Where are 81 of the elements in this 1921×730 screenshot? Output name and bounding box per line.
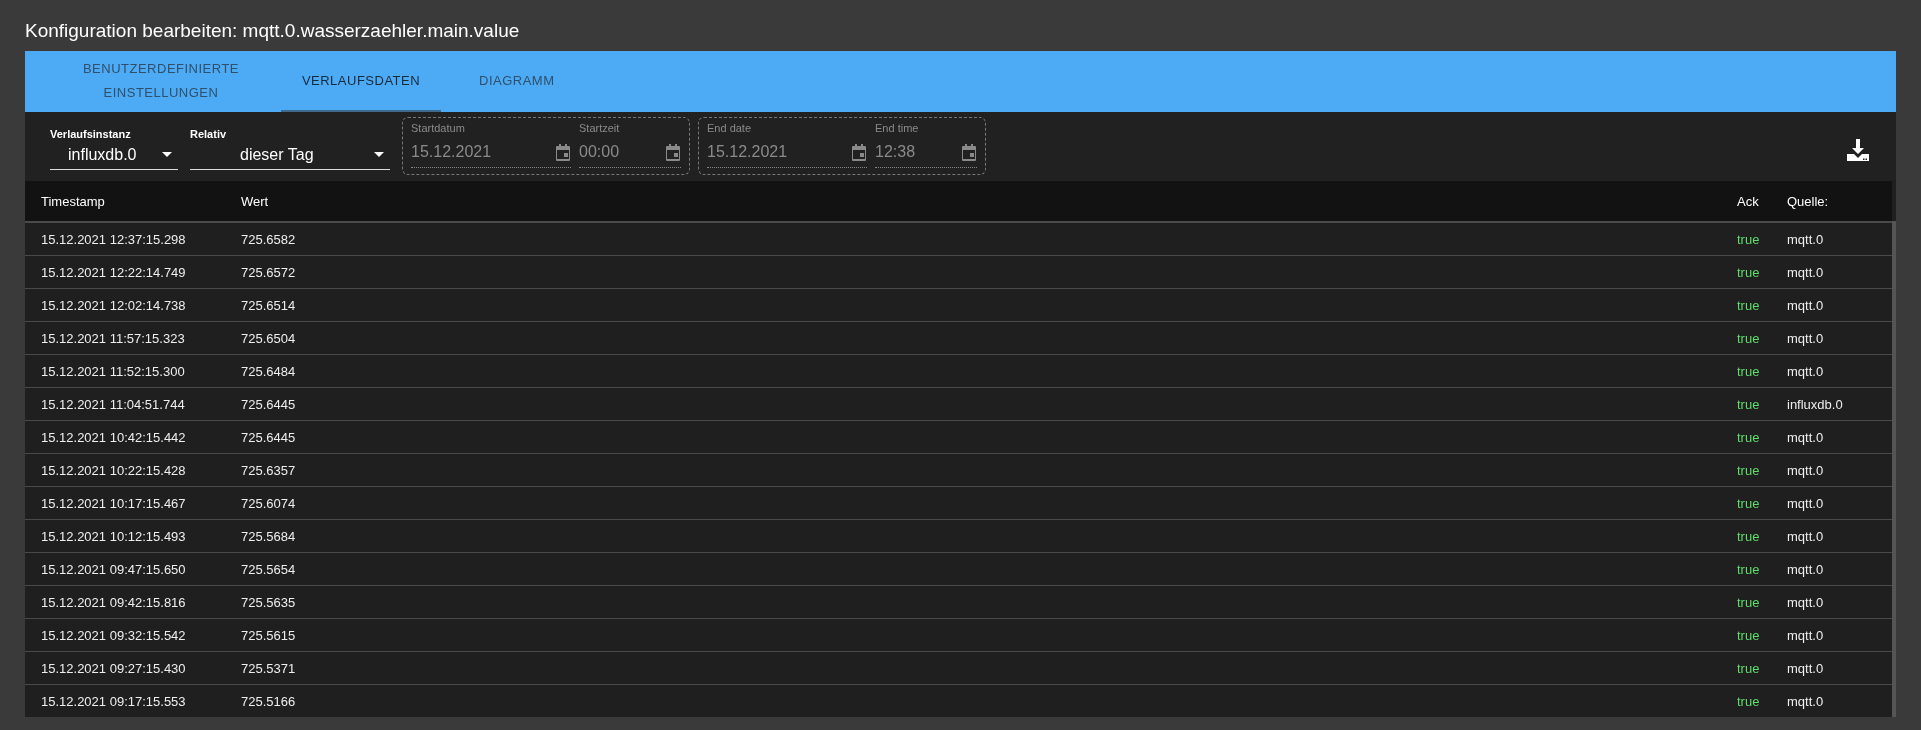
calendar-icon [961, 142, 977, 161]
column-header: Wert [241, 193, 270, 209]
tab[interactable]: DIAGRAMM [441, 51, 595, 112]
table-cell-text: mqtt.0 [1787, 462, 1825, 478]
table-cell-text: 15.12.2021 11:57:15.323 [41, 330, 186, 346]
table-cell-text: mqtt.0 [1787, 330, 1825, 346]
table-cell-text: 725.6514 [241, 297, 297, 313]
table-cell-text: 15.12.2021 09:27:15.430 [41, 660, 187, 676]
table-cell-text: mqtt.0 [1787, 363, 1825, 379]
table-cell-text: 725.5684 [241, 528, 297, 544]
table-cell-text: 15.12.2021 11:04:51.744 [41, 396, 186, 412]
table-cell-text: true [1737, 396, 1761, 412]
calendar-icon [555, 142, 571, 161]
table-cell-text: 15.12.2021 10:17:15.467 [41, 495, 187, 511]
field-label: End time [875, 122, 920, 136]
table-cell-text: true [1737, 231, 1761, 247]
table-cell-text: true [1737, 660, 1761, 676]
table-cell-text: 725.6504 [241, 330, 297, 346]
table-cell-text: mqtt.0 [1787, 528, 1825, 544]
select-label: Verlaufsinstanz [50, 128, 132, 140]
table-cell-text: 725.6074 [241, 495, 297, 511]
table-cell-text: 725.6357 [241, 462, 297, 478]
table-cell-text: true [1737, 363, 1761, 379]
column-header: Ack [1737, 193, 1760, 209]
table-cell-text: true [1737, 561, 1761, 577]
table-cell-text: 725.5654 [241, 561, 297, 577]
calendar-icon [851, 142, 867, 161]
tab[interactable]: BENUTZERDEFINIERTE EINSTELLUNGEN [51, 51, 271, 112]
table-cell-text: true [1737, 528, 1761, 544]
table-cell-text: true [1737, 627, 1761, 643]
table-cell-text: 725.5615 [241, 627, 297, 643]
table-cell-text: mqtt.0 [1787, 429, 1825, 445]
table-cell-text: true [1737, 297, 1761, 313]
table-cell-text: true [1737, 264, 1761, 280]
table-cell-text: mqtt.0 [1787, 495, 1825, 511]
table-cell-text: true [1737, 462, 1761, 478]
table-cell-text: 725.5166 [241, 693, 297, 709]
table-cell-text: 15.12.2021 09:17:15.553 [41, 693, 187, 709]
select-label: Relativ [190, 128, 228, 140]
field-label: Startzeit [579, 122, 621, 136]
table-cell-text: 725.5635 [241, 594, 297, 610]
table-cell-text: 15.12.2021 09:42:15.816 [41, 594, 187, 610]
table-cell-text: true [1737, 495, 1761, 511]
table-cell-text: 15.12.2021 09:47:15.650 [41, 561, 187, 577]
caret-icon [162, 152, 172, 157]
table-cell-text: 725.6582 [241, 231, 297, 247]
table-cell-text: mqtt.0 [1787, 231, 1825, 247]
table-cell-text: true [1737, 594, 1761, 610]
table-cell-text: true [1737, 429, 1761, 445]
table-cell-text: mqtt.0 [1787, 660, 1825, 676]
table-cell-text: true [1737, 693, 1761, 709]
select-field[interactable]: dieser Tag [190, 140, 390, 170]
select-field[interactable]: influxdb.0 [50, 140, 178, 170]
field-label: End date [707, 122, 753, 136]
column-header: Timestamp [41, 193, 106, 209]
table-cell-text: mqtt.0 [1787, 264, 1825, 280]
table-cell-text: true [1737, 330, 1761, 346]
table-cell-text: 15.12.2021 12:22:14.749 [41, 264, 187, 280]
table-cell-text: 725.5371 [241, 660, 297, 676]
table-cell-text: 15.12.2021 10:22:15.428 [41, 462, 187, 478]
table-cell-text: 15.12.2021 12:02:14.738 [41, 297, 187, 313]
table-cell-text: mqtt.0 [1787, 693, 1825, 709]
table-cell-text: 15.12.2021 09:32:15.542 [41, 627, 187, 643]
table-cell-text: influxdb.0 [1787, 396, 1844, 412]
table-cell-text: 15.12.2021 10:42:15.442 [41, 429, 187, 445]
table-cell-text: 15.12.2021 12:37:15.298 [41, 231, 187, 247]
dialog-title: Konfiguration bearbeiten: mqtt.0.wasserzaehler.main.value [25, 19, 521, 43]
column-header: Quelle: [1787, 193, 1830, 209]
table-cell-text: 725.6484 [241, 363, 297, 379]
field-label: Startdatum [411, 122, 466, 136]
caret-icon [374, 152, 384, 157]
table-cell-text: 15.12.2021 11:52:15.300 [41, 363, 186, 379]
table-cell-text: 15.12.2021 10:12:15.493 [41, 528, 187, 544]
table-cell-text: 725.6445 [241, 396, 297, 412]
table-cell-text: mqtt.0 [1787, 594, 1825, 610]
table-cell-text: mqtt.0 [1787, 561, 1825, 577]
table-cell-text: mqtt.0 [1787, 627, 1825, 643]
calendar-icon [665, 142, 681, 161]
table-cell-text: 725.6445 [241, 429, 297, 445]
table-cell-text: 725.6572 [241, 264, 297, 280]
table-cell-text: mqtt.0 [1787, 297, 1825, 313]
